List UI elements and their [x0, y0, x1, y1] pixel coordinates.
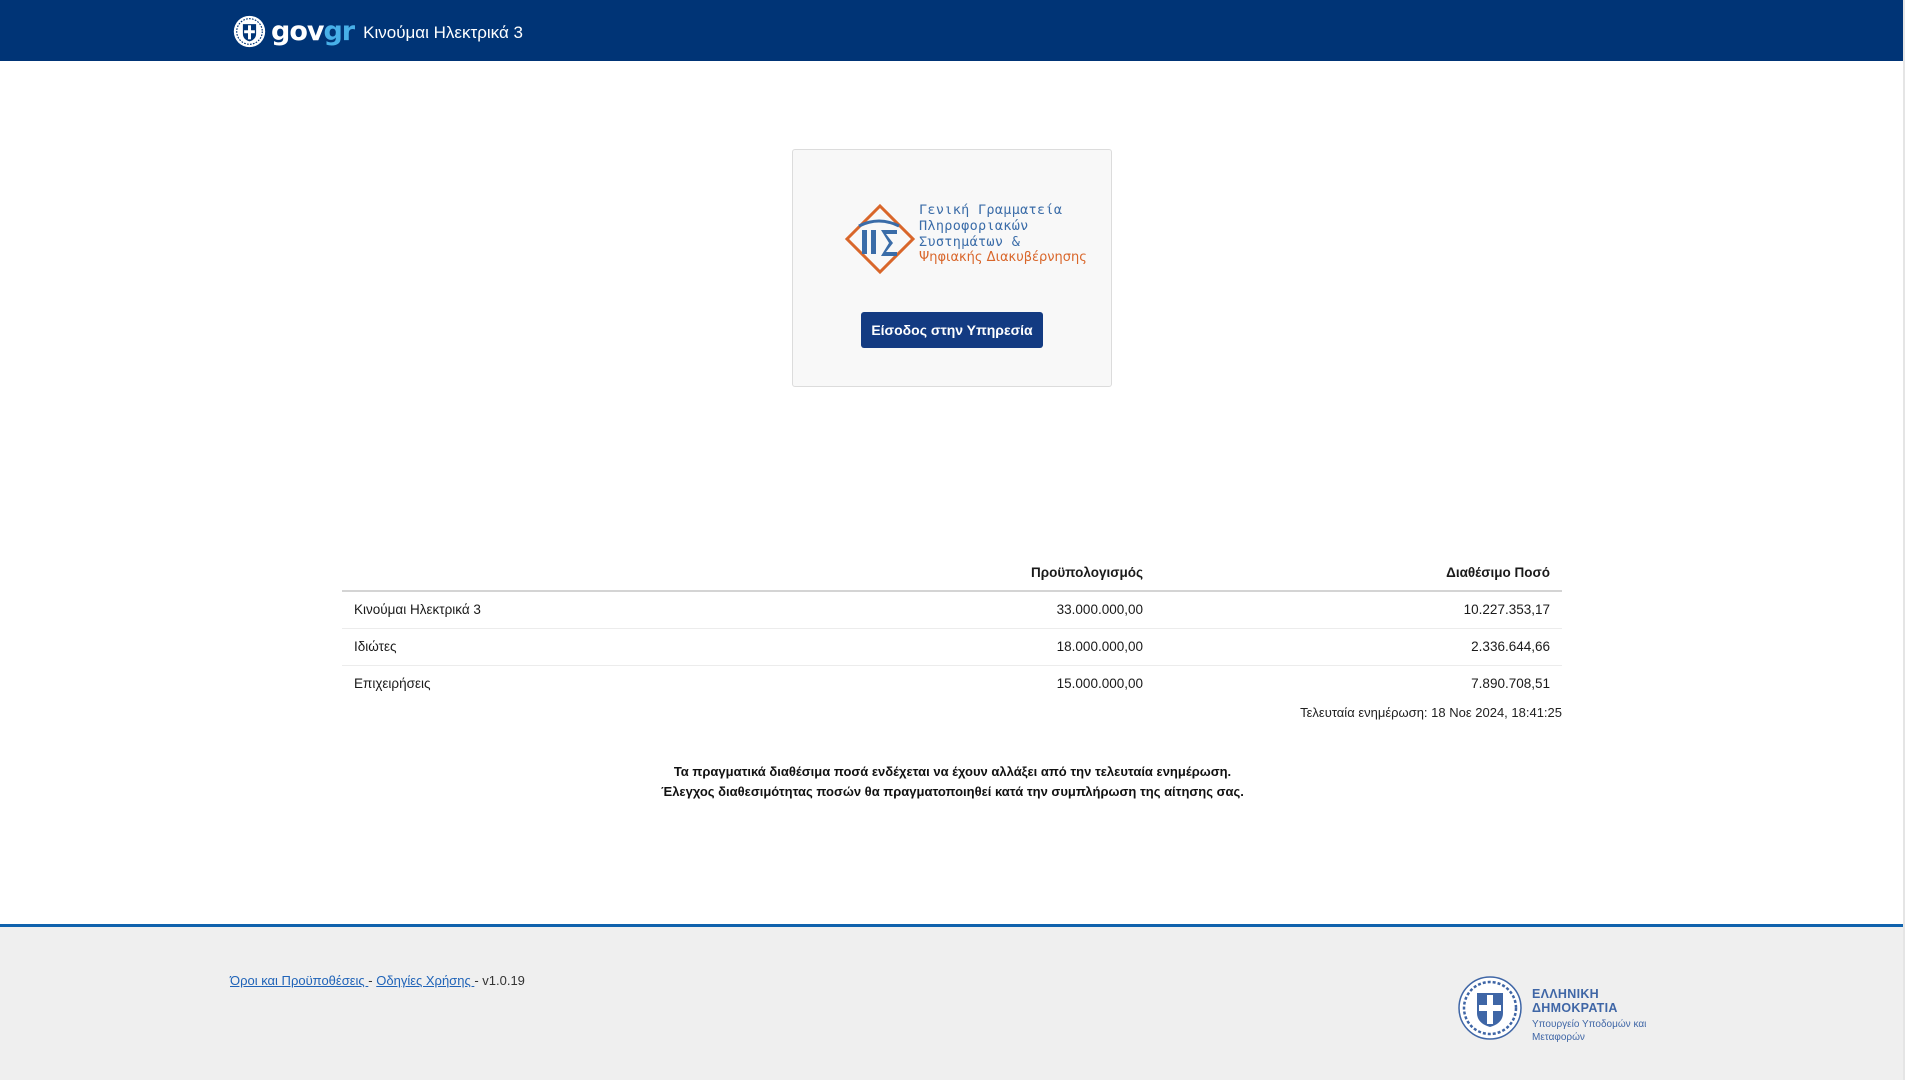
hellenic-republic-logo: ΕΛΛΗΝΙΚΗ ΔΗΜΟΚΡΑΤΙΑ Υπουργείο Υποδομών κ… — [1457, 975, 1687, 1043]
availability-notice: Τα πραγματικά διαθέσιμα ποσά ενδέχεται ν… — [0, 762, 1905, 802]
table-row: Επιχειρήσεις 15.000.000,00 7.890.708,51 — [342, 665, 1562, 702]
gsis-logo-line4: Ψηφιακής Διακυβέρνησης — [919, 250, 1087, 265]
header-name — [342, 555, 880, 592]
ministry-text: ΕΛΛΗΝΙΚΗ ΔΗΜΟΚΡΑΤΙΑ Υπουργείο Υποδομών κ… — [1532, 987, 1687, 1044]
gr-text: gr — [323, 15, 355, 47]
gsis-logo-line3: Συστημάτων & — [919, 234, 1021, 250]
footer-links: Όροι και Προϋποθέσεις - Οδηγίες Χρήσης -… — [230, 973, 525, 988]
ministry-line2: Μεταφορών — [1532, 1032, 1585, 1043]
row-available: 2.336.644,66 — [1155, 628, 1562, 666]
govgr-brand[interactable]: govgr Κινούμαι Ηλεκτρικά 3 — [233, 14, 523, 48]
gsis-logo-line2: Πληροφοριακών — [919, 218, 1029, 234]
notice-line2: Έλεγχος διαθεσιμότητας ποσών θα πραγματο… — [661, 784, 1244, 799]
row-budget: 33.000.000,00 — [880, 591, 1155, 629]
gov-text: gov — [271, 15, 324, 47]
row-name: Ιδιώτες — [342, 628, 880, 666]
table-row: Ιδιώτες 18.000.000,00 2.336.644,66 — [342, 628, 1562, 666]
budget-table: Προϋπολογισμός Διαθέσιμο Ποσό Κινούμαι Η… — [342, 555, 1562, 702]
header-budget: Προϋπολογισμός — [880, 555, 1155, 592]
terms-link[interactable]: Όροι και Προϋποθέσεις — [230, 973, 368, 988]
top-header: govgr Κινούμαι Ηλεκτρικά 3 — [0, 0, 1905, 61]
last-update-text: Τελευταία ενημέρωση: 18 Νοε 2024, 18:41:… — [1300, 705, 1562, 720]
row-available: 7.890.708,51 — [1471, 676, 1550, 692]
row-budget: 18.000.000,00 — [880, 628, 1155, 666]
page-footer: Όροι και Προϋποθέσεις - Οδηγίες Χρήσης -… — [0, 924, 1905, 1080]
row-name: Επιχειρήσεις — [354, 676, 431, 692]
greek-coat-of-arms-icon — [1458, 976, 1522, 1040]
greek-coat-of-arms-icon — [233, 15, 266, 47]
ministry-line1: Υπουργείο Υποδομών και — [1532, 1019, 1647, 1030]
row-name: Κινούμαι Ηλεκτρικά 3 — [342, 591, 880, 629]
gsis-logo-text: Γενική Γραμματεία Πληροφοριακών Συστημάτ… — [919, 202, 1087, 266]
header-available: Διαθέσιμο Ποσό — [1155, 555, 1562, 592]
gsis-emblem-icon — [844, 203, 916, 275]
row-available: 10.227.353,17 — [1155, 591, 1562, 629]
login-button[interactable]: Είσοδος στην Υπηρεσία — [861, 312, 1043, 348]
row-budget: 15.000.000,00 — [1056, 676, 1143, 692]
table-row: Κινούμαι Ηλεκτρικά 3 33.000.000,00 10.22… — [342, 591, 1562, 629]
user-guide-link[interactable]: Οδηγίες Χρήσης — [376, 973, 474, 988]
version-text: - v1.0.19 — [474, 973, 525, 988]
table-header-row: Προϋπολογισμός Διαθέσιμο Ποσό — [342, 555, 1562, 592]
service-title: Κινούμαι Ηλεκτρικά 3 — [363, 23, 523, 42]
login-card: Γενική Γραμματεία Πληροφοριακών Συστημάτ… — [792, 149, 1112, 387]
gsis-logo-line1: Γενική Γραμματεία — [919, 202, 1063, 218]
gsis-logo: Γενική Γραμματεία Πληροφοριακών Συστημάτ… — [843, 202, 1087, 276]
notice-line1: Τα πραγματικά διαθέσιμα ποσά ενδέχεται ν… — [673, 764, 1232, 779]
govgr-wordmark: govgr — [271, 15, 355, 47]
hellenic-republic-label: ΕΛΛΗΝΙΚΗ ΔΗΜΟΚΡΑΤΙΑ — [1532, 987, 1618, 1015]
